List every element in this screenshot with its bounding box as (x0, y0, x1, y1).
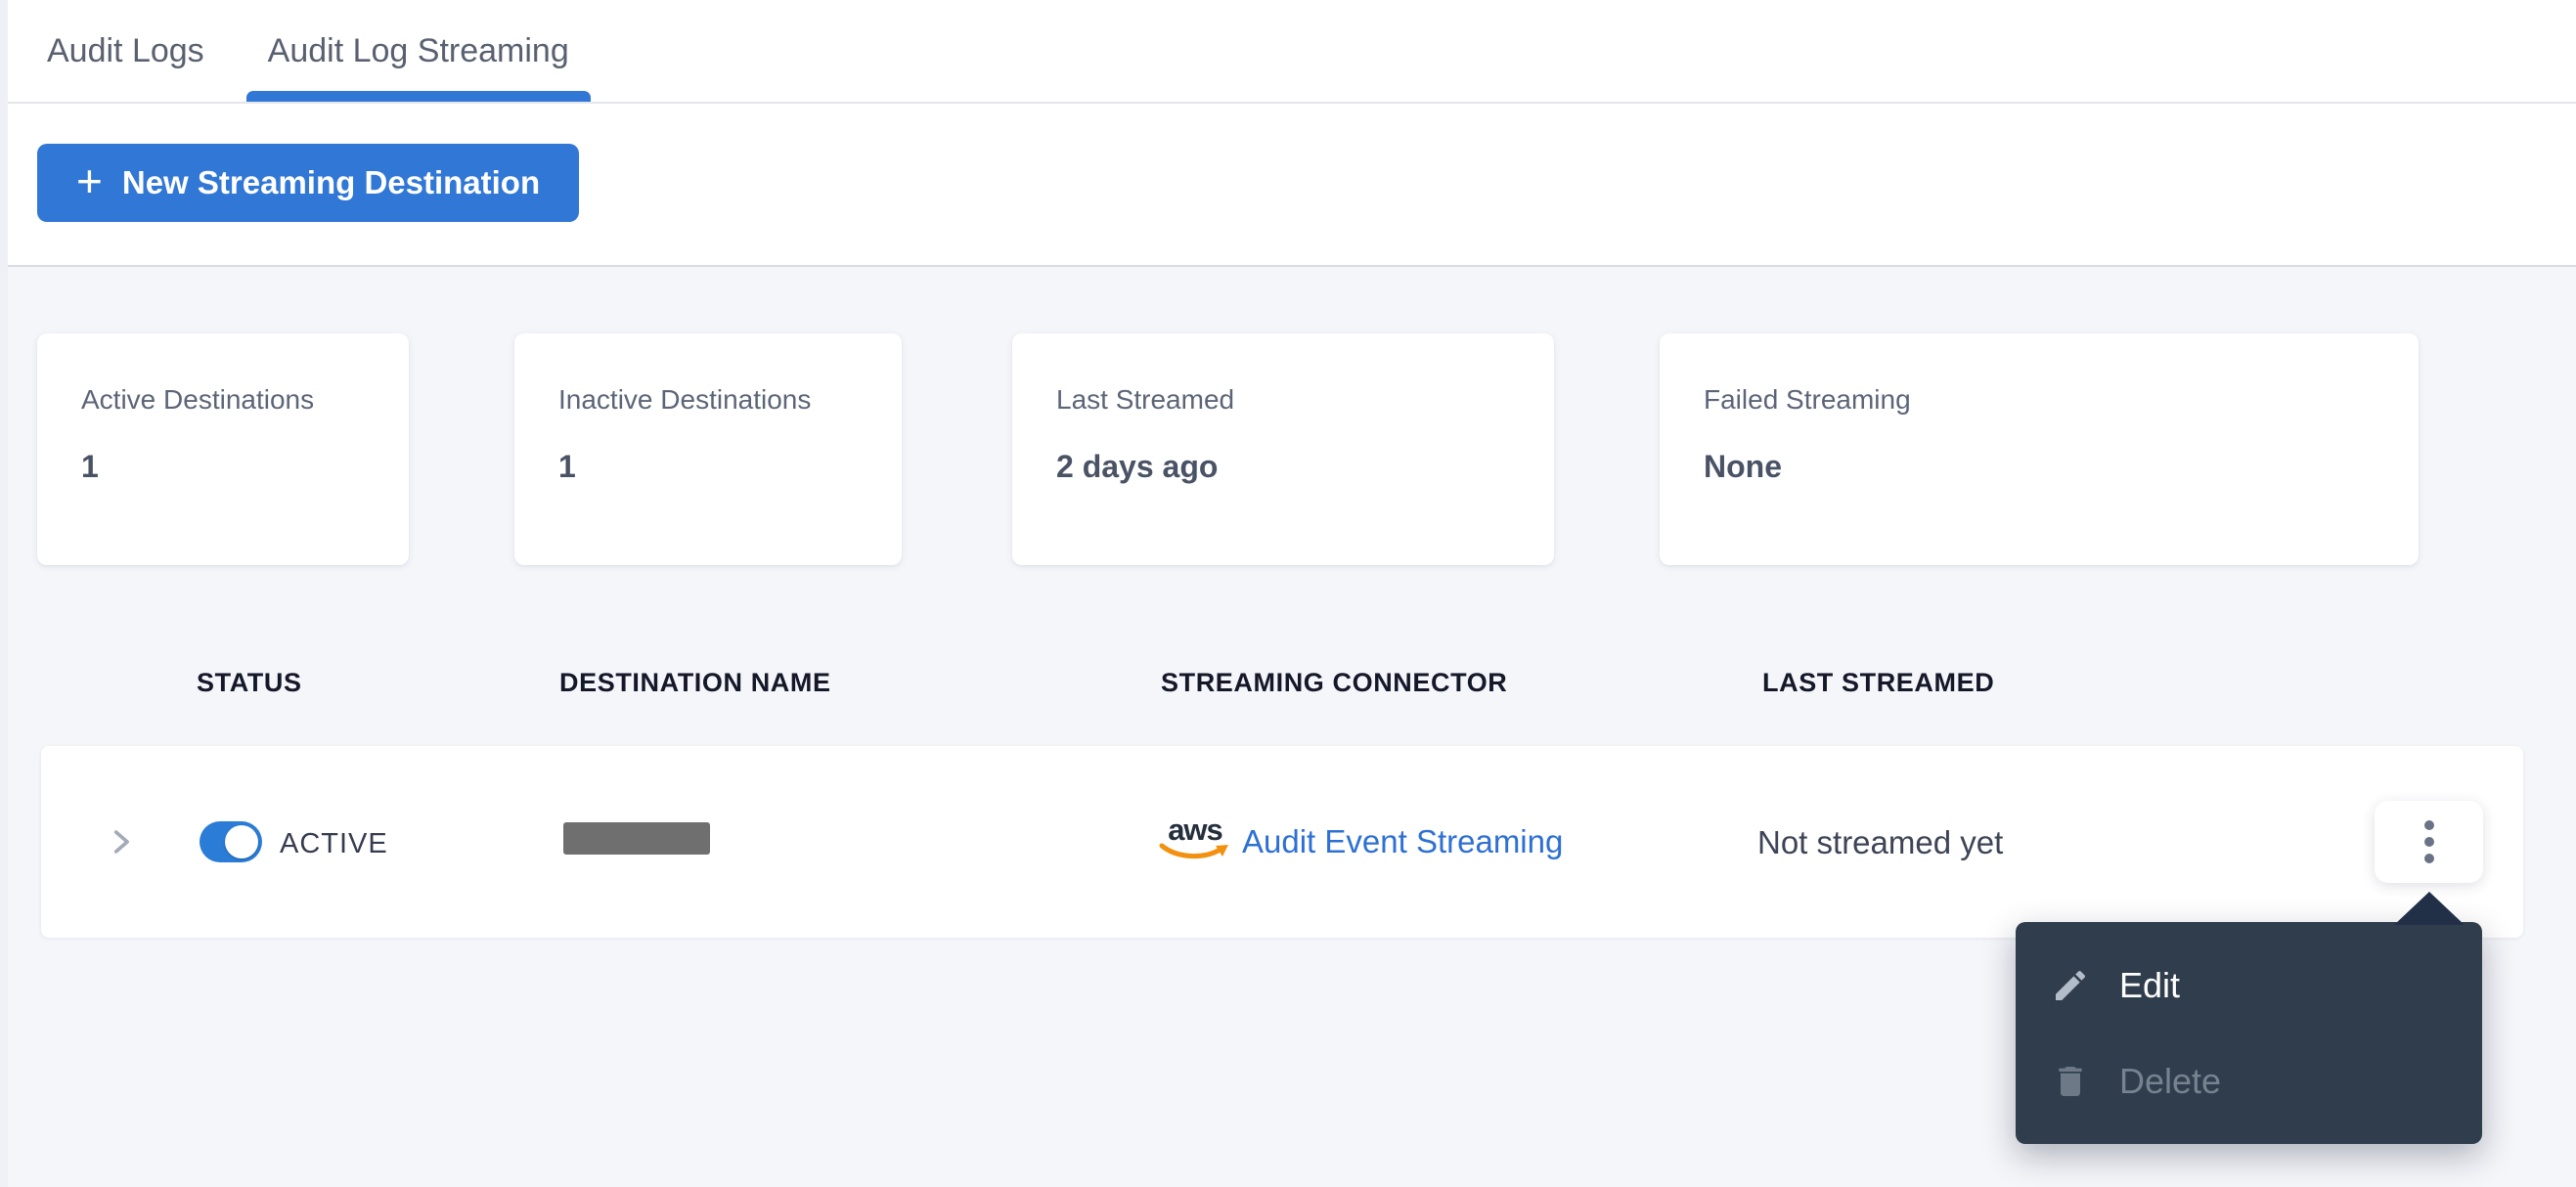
actions-bar: + New Streaming Destination (0, 104, 2576, 267)
stat-card-inactive-destinations: Inactive Destinations 1 (514, 333, 902, 565)
row-actions-context-menu: Edit Delete (2016, 922, 2482, 1144)
menu-item-delete-label: Delete (2119, 1061, 2222, 1101)
column-header-streaming-connector: STREAMING CONNECTOR (1161, 668, 1508, 697)
kebab-dot (2423, 820, 2434, 830)
kebab-dot (2423, 837, 2434, 847)
table-row: ACTIVE aws Audit Event Streaming Not str… (41, 746, 2523, 938)
stat-label: Active Destinations (81, 384, 315, 415)
stat-label: Last Streamed (1056, 384, 1235, 415)
last-streamed-value: Not streamed yet (1757, 824, 2004, 860)
audit-event-streaming-link[interactable]: Audit Event Streaming (1242, 823, 1563, 860)
audit-log-streaming-page: Audit Logs Audit Log Streaming + New Str… (0, 0, 2576, 1187)
stat-label: Failed Streaming (1704, 384, 1911, 415)
content-area: Active Destinations 1 Inactive Destinati… (0, 267, 2576, 1187)
pencil-icon (2056, 970, 2086, 1000)
window-edge-strip (0, 0, 8, 1187)
toggle-knob (225, 825, 258, 858)
trash-icon (2059, 1067, 2082, 1096)
aws-wordmark: aws (1168, 813, 1223, 847)
row-actions-kebab-button[interactable] (2375, 801, 2483, 883)
active-tab-underline (245, 91, 591, 102)
stat-value: 1 (558, 449, 576, 484)
chevron-right-icon (113, 830, 129, 854)
stat-value: None (1704, 449, 1782, 484)
column-header-last-streamed: LAST STREAMED (1762, 668, 1995, 697)
tab-audit-log-streaming-label: Audit Log Streaming (267, 31, 569, 69)
kebab-dot (2423, 854, 2434, 863)
status-badge: ACTIVE (280, 828, 388, 859)
tab-audit-logs-label: Audit Logs (47, 31, 204, 69)
stat-card-failed-streaming: Failed Streaming None (1660, 333, 2419, 565)
status-toggle[interactable] (200, 821, 262, 862)
column-header-status: STATUS (197, 668, 302, 697)
plus-icon: + (76, 155, 103, 206)
new-streaming-destination-label: New Streaming Destination (121, 164, 541, 200)
stat-value: 2 days ago (1056, 449, 1219, 484)
stat-label: Inactive Destinations (558, 384, 812, 415)
tab-audit-log-streaming[interactable]: Audit Log Streaming (245, 0, 591, 102)
destination-name-redacted (563, 822, 710, 855)
menu-item-delete[interactable]: Delete (2016, 1033, 2482, 1129)
menu-item-edit[interactable]: Edit (2016, 938, 2482, 1033)
context-menu-arrow (2394, 892, 2465, 925)
aws-logo: aws (1156, 814, 1234, 862)
stat-card-active-destinations: Active Destinations 1 (37, 333, 409, 565)
new-streaming-destination-button[interactable]: + New Streaming Destination (37, 144, 580, 222)
tab-audit-logs[interactable]: Audit Logs (47, 0, 204, 102)
row-expand-chevron[interactable] (104, 825, 137, 858)
stat-card-last-streamed: Last Streamed 2 days ago (1012, 333, 1554, 565)
stat-value: 1 (81, 449, 99, 484)
menu-item-edit-label: Edit (2119, 965, 2181, 1005)
column-header-destination-name: DESTINATION NAME (559, 668, 831, 697)
tabs-bar: Audit Logs Audit Log Streaming (0, 0, 2576, 104)
